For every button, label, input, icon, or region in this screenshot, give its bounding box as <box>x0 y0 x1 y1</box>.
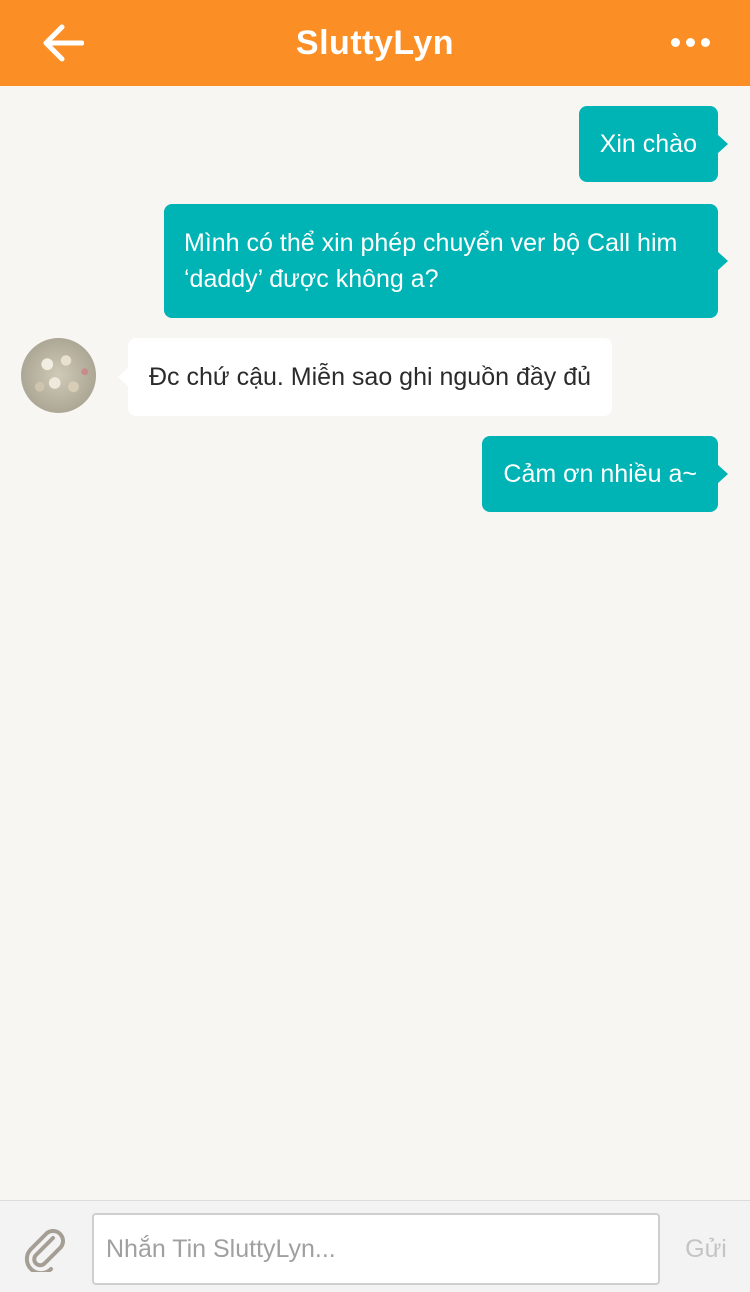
outgoing-message[interactable]: Xin chào <box>578 106 729 182</box>
more-dot <box>685 37 695 47</box>
back-button[interactable] <box>30 17 94 69</box>
chat-title: SluttyLyn <box>295 23 455 62</box>
outgoing-message[interactable]: Mình có thể xin phép chuyển ver bộ Call … <box>164 204 728 318</box>
send-button[interactable]: Gửi <box>676 1229 736 1269</box>
outgoing-message[interactable]: Cảm ơn nhiều a~ <box>482 436 728 512</box>
chat-header: SluttyLyn <box>0 0 750 86</box>
contact-avatar[interactable] <box>21 338 96 413</box>
chat-screen: SluttyLyn Xin chào Mình có thể xin phép … <box>0 0 750 1292</box>
more-dot <box>700 37 710 47</box>
more-horizontal-icon <box>670 37 680 47</box>
message-composer: Gửi <box>0 1200 750 1292</box>
more-options-button[interactable] <box>660 22 720 62</box>
arrow-left-icon <box>43 24 84 62</box>
incoming-message[interactable]: Đc chứ cậu. Miễn sao ghi nguồn đầy đủ <box>117 338 613 416</box>
paperclip-icon <box>24 1229 65 1272</box>
message-input[interactable] <box>92 1213 660 1285</box>
attach-button[interactable] <box>22 1225 70 1273</box>
